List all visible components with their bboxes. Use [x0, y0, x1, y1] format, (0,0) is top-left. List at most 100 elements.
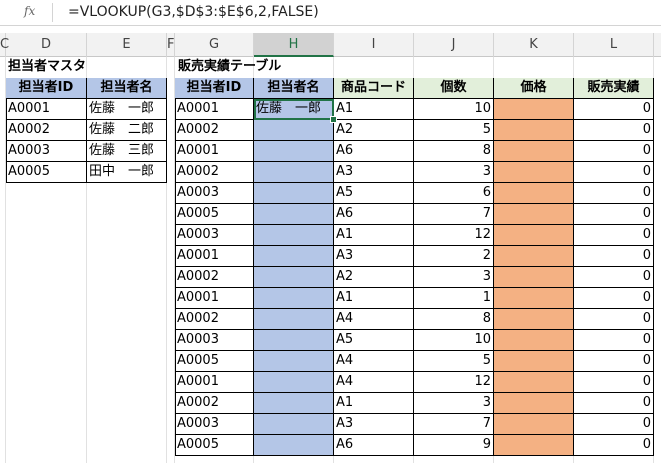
master-table-cell[interactable]: 田中 一郎: [87, 162, 167, 183]
sales-table-cell[interactable]: A2: [334, 120, 414, 141]
column-header-l[interactable]: L: [574, 33, 654, 57]
sales-table-cell[interactable]: A3: [334, 162, 414, 183]
sales-header-cell[interactable]: 個数: [414, 78, 494, 99]
sales-table-cell[interactable]: [254, 246, 334, 267]
sales-table-cell[interactable]: A0003: [175, 183, 254, 204]
sales-table-cell[interactable]: 7: [414, 204, 494, 225]
sales-table-cell[interactable]: 0: [574, 162, 654, 183]
sales-table-cell[interactable]: [254, 225, 334, 246]
sales-table-cell[interactable]: A1: [334, 225, 414, 246]
sales-table-cell[interactable]: [254, 183, 334, 204]
sales-table-cell[interactable]: 12: [414, 372, 494, 393]
column-header-k[interactable]: K: [494, 33, 574, 57]
sales-table-cell[interactable]: A6: [334, 204, 414, 225]
formula-input[interactable]: =VLOOKUP(G3,$D$3:$E$6,2,FALSE): [68, 4, 319, 20]
sales-table-cell[interactable]: A3: [334, 246, 414, 267]
sales-table-cell[interactable]: A0001: [175, 141, 254, 162]
sales-table-cell[interactable]: A0002: [175, 393, 254, 414]
sales-table-cell[interactable]: [254, 414, 334, 435]
sales-header-cell[interactable]: 商品コード: [334, 78, 414, 99]
sales-table-cell[interactable]: [494, 183, 574, 204]
sales-table-cell[interactable]: 7: [414, 414, 494, 435]
column-header-g[interactable]: G: [175, 33, 254, 57]
sales-table-cell[interactable]: [494, 435, 574, 456]
sales-header-cell[interactable]: 担当者名: [254, 78, 334, 99]
sales-table-cell[interactable]: [254, 393, 334, 414]
sales-table-cell[interactable]: A0001: [175, 99, 254, 120]
sales-table-cell[interactable]: A4: [334, 372, 414, 393]
active-cell-h3[interactable]: 佐藤 一郎: [254, 99, 334, 120]
sales-table-cell[interactable]: [254, 141, 334, 162]
sales-table-cell[interactable]: [494, 330, 574, 351]
sales-table-cell[interactable]: 0: [574, 351, 654, 372]
sales-table-cell[interactable]: [254, 204, 334, 225]
sales-table-cell[interactable]: 0: [574, 288, 654, 309]
master-table-cell[interactable]: A0003: [6, 141, 87, 162]
sales-table-cell[interactable]: A1: [334, 99, 414, 120]
sales-table-cell[interactable]: A4: [334, 309, 414, 330]
sales-table-cell[interactable]: 9: [414, 435, 494, 456]
sales-table-cell[interactable]: [494, 414, 574, 435]
sales-table-cell[interactable]: [254, 267, 334, 288]
sales-header-cell[interactable]: 担当者ID: [175, 78, 254, 99]
sales-table-cell[interactable]: 0: [574, 372, 654, 393]
master-header-cell[interactable]: 担当者ID: [6, 78, 87, 99]
sales-table-cell[interactable]: 0: [574, 183, 654, 204]
sales-table-cell[interactable]: 0: [574, 246, 654, 267]
sales-table-cell[interactable]: [494, 141, 574, 162]
sales-table-cell[interactable]: [494, 309, 574, 330]
sales-table-cell[interactable]: A6: [334, 141, 414, 162]
sales-table-cell[interactable]: [254, 288, 334, 309]
sales-table-cell[interactable]: A0002: [175, 162, 254, 183]
column-header-h[interactable]: H: [254, 33, 334, 57]
sales-table-cell[interactable]: 3: [414, 162, 494, 183]
sales-table-cell[interactable]: 0: [574, 225, 654, 246]
master-table-cell[interactable]: A0005: [6, 162, 87, 183]
sales-table-cell[interactable]: 3: [414, 267, 494, 288]
column-header-i[interactable]: I: [334, 33, 414, 57]
sales-table-cell[interactable]: 0: [574, 99, 654, 120]
master-table-cell[interactable]: 佐藤 一郎: [87, 99, 167, 120]
sales-table-cell[interactable]: [494, 351, 574, 372]
sales-table-cell[interactable]: A2: [334, 267, 414, 288]
column-header-f[interactable]: F: [167, 33, 175, 57]
sales-table-cell[interactable]: 10: [414, 99, 494, 120]
sales-table-cell[interactable]: [254, 351, 334, 372]
sales-table-cell[interactable]: A0003: [175, 414, 254, 435]
sales-table-cell[interactable]: A5: [334, 330, 414, 351]
sales-table-cell[interactable]: A0005: [175, 351, 254, 372]
sales-table-cell[interactable]: 0: [574, 120, 654, 141]
sales-table-cell[interactable]: 2: [414, 246, 494, 267]
column-header-e[interactable]: E: [87, 33, 167, 57]
sales-table-cell[interactable]: 1: [414, 288, 494, 309]
sales-table-cell[interactable]: A0001: [175, 372, 254, 393]
sales-table-cell[interactable]: [494, 372, 574, 393]
sales-table-cell[interactable]: [494, 99, 574, 120]
master-header-cell[interactable]: 担当者名: [87, 78, 167, 99]
sales-table-cell[interactable]: 12: [414, 225, 494, 246]
sales-table-cell[interactable]: A4: [334, 351, 414, 372]
sales-table-cell[interactable]: [254, 309, 334, 330]
sales-table-cell[interactable]: 3: [414, 393, 494, 414]
sales-table-cell[interactable]: 10: [414, 330, 494, 351]
sales-table-cell[interactable]: A0001: [175, 246, 254, 267]
master-table-cell[interactable]: 佐藤 三郎: [87, 141, 167, 162]
sales-table-cell[interactable]: [494, 162, 574, 183]
sales-table-cell[interactable]: 0: [574, 330, 654, 351]
sales-table-cell[interactable]: 6: [414, 183, 494, 204]
sales-table-cell[interactable]: 0: [574, 309, 654, 330]
sales-table-cell[interactable]: [494, 120, 574, 141]
sales-table-cell[interactable]: 5: [414, 120, 494, 141]
sales-table-cell[interactable]: A0001: [175, 288, 254, 309]
sales-table-cell[interactable]: A0002: [175, 309, 254, 330]
master-table-cell[interactable]: A0001: [6, 99, 87, 120]
sales-table-cell[interactable]: 0: [574, 435, 654, 456]
sales-table-cell[interactable]: 0: [574, 393, 654, 414]
sales-table-cell[interactable]: [494, 393, 574, 414]
master-table-cell[interactable]: A0002: [6, 120, 87, 141]
sales-table-cell[interactable]: A0005: [175, 435, 254, 456]
sales-table-cell[interactable]: 8: [414, 309, 494, 330]
sales-table-cell[interactable]: A0005: [175, 204, 254, 225]
sales-table-cell[interactable]: A5: [334, 183, 414, 204]
sales-table-cell[interactable]: [254, 330, 334, 351]
